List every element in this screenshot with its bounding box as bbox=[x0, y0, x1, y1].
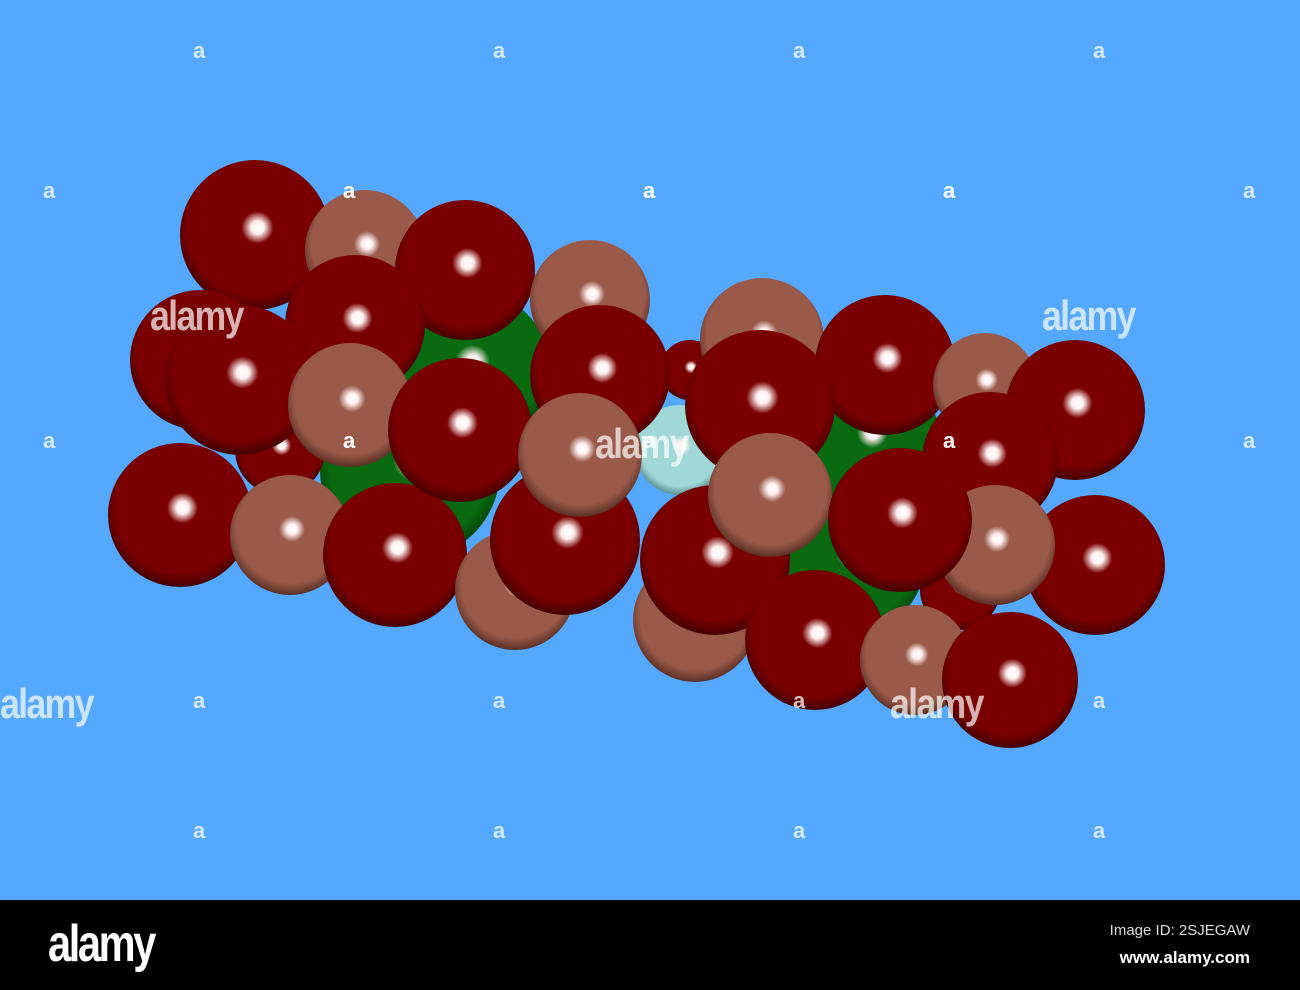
watermark-mark: a bbox=[793, 38, 806, 63]
image-id: Image ID: 2SJEGAW bbox=[1109, 922, 1250, 939]
watermark-mark: a bbox=[793, 818, 806, 843]
watermark-mark: a bbox=[193, 818, 206, 843]
red-atom bbox=[323, 483, 467, 627]
watermark-mark: a bbox=[43, 428, 56, 453]
watermark-mark: a bbox=[1243, 178, 1256, 203]
footer-bar: alamy Image ID: 2SJEGAW www.alamy.com bbox=[0, 900, 1300, 990]
watermark-mark: a bbox=[943, 428, 956, 453]
watermark-mark: a bbox=[943, 178, 956, 203]
footer-url: www.alamy.com bbox=[1119, 948, 1250, 967]
watermark-mark: a bbox=[1243, 428, 1256, 453]
watermark-mark: a bbox=[193, 38, 206, 63]
watermark-word: alamy bbox=[1042, 292, 1136, 339]
red-atom bbox=[388, 358, 532, 502]
red-atom bbox=[108, 443, 252, 587]
watermark-mark: a bbox=[43, 178, 56, 203]
red-atom bbox=[815, 295, 955, 435]
watermark-mark: a bbox=[493, 688, 506, 713]
watermark-mark: a bbox=[1093, 38, 1106, 63]
footer-logo: alamy bbox=[48, 915, 156, 973]
watermark-mark: a bbox=[193, 688, 206, 713]
red-atom bbox=[828, 448, 972, 592]
watermark-mark: a bbox=[343, 428, 356, 453]
watermark-mark: a bbox=[343, 178, 356, 203]
watermark-word: alamy bbox=[0, 680, 94, 727]
brown-atom bbox=[708, 433, 832, 557]
watermark-mark: a bbox=[1093, 688, 1106, 713]
watermark-mark: a bbox=[793, 688, 806, 713]
watermark-word: alamy bbox=[595, 420, 689, 467]
watermark-mark: a bbox=[643, 178, 656, 203]
watermark-mark: a bbox=[1093, 818, 1106, 843]
watermark-word: alamy bbox=[150, 292, 244, 339]
watermark-mark: a bbox=[493, 38, 506, 63]
watermark-mark: a bbox=[493, 818, 506, 843]
watermark-word: alamy bbox=[890, 680, 984, 727]
